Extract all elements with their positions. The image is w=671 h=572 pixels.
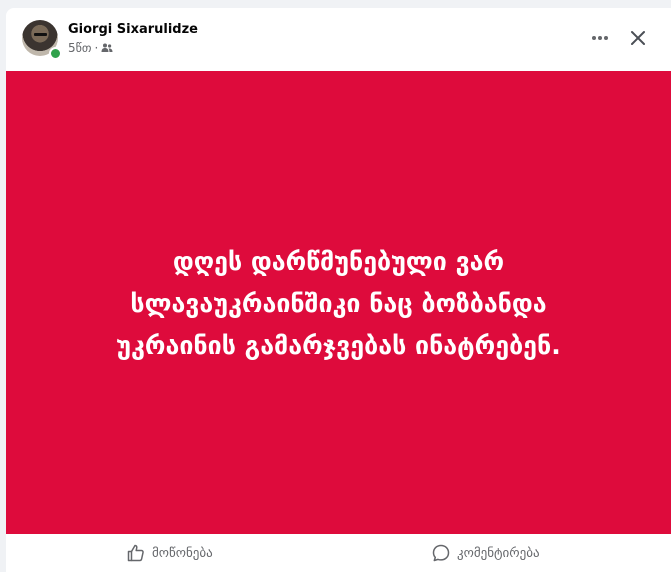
post-text-line: უკრაინის გამარჯვებას ინატრებენ. <box>116 330 561 360</box>
post-time[interactable]: 5წთ <box>68 41 91 55</box>
comment-label: კომენტირება <box>457 545 540 561</box>
like-label: მოწონება <box>152 545 213 561</box>
comment-icon <box>432 544 450 562</box>
post-meta: 5წთ · <box>68 41 113 55</box>
post-text-line: დღეს დარწმუნებული ვარ <box>172 246 505 276</box>
more-options-button[interactable] <box>586 24 614 52</box>
meta-separator: · <box>94 41 99 55</box>
friends-icon[interactable] <box>101 42 113 54</box>
post-header: Giorgi Sixarulidze 5წთ · <box>6 8 671 70</box>
online-status-indicator <box>49 47 62 60</box>
thumbs-up-icon <box>127 544 144 562</box>
post-actions-bar: მოწონება კომენტირება <box>6 534 671 572</box>
post-text: დღეს დარწმუნებული ვარ სლავაუკრაინშიკი ნა… <box>29 241 649 367</box>
more-horizontal-icon <box>592 36 608 40</box>
like-button[interactable]: მოწონება <box>126 540 213 566</box>
post-background: დღეს დარწმუნებული ვარ სლავაუკრაინშიკი ნა… <box>6 71 671 534</box>
avatar-sunglasses <box>34 33 47 36</box>
author-name[interactable]: Giorgi Sixarulidze <box>68 22 198 37</box>
post-card: Giorgi Sixarulidze 5წთ · დღეს დარწმუნებუ… <box>6 8 671 572</box>
close-icon <box>631 31 645 45</box>
close-button[interactable] <box>624 24 652 52</box>
comment-button[interactable]: კომენტირება <box>431 540 540 566</box>
post-text-line: სლავაუკრაინშიკი ნაც ბოზბანდა <box>130 288 547 318</box>
